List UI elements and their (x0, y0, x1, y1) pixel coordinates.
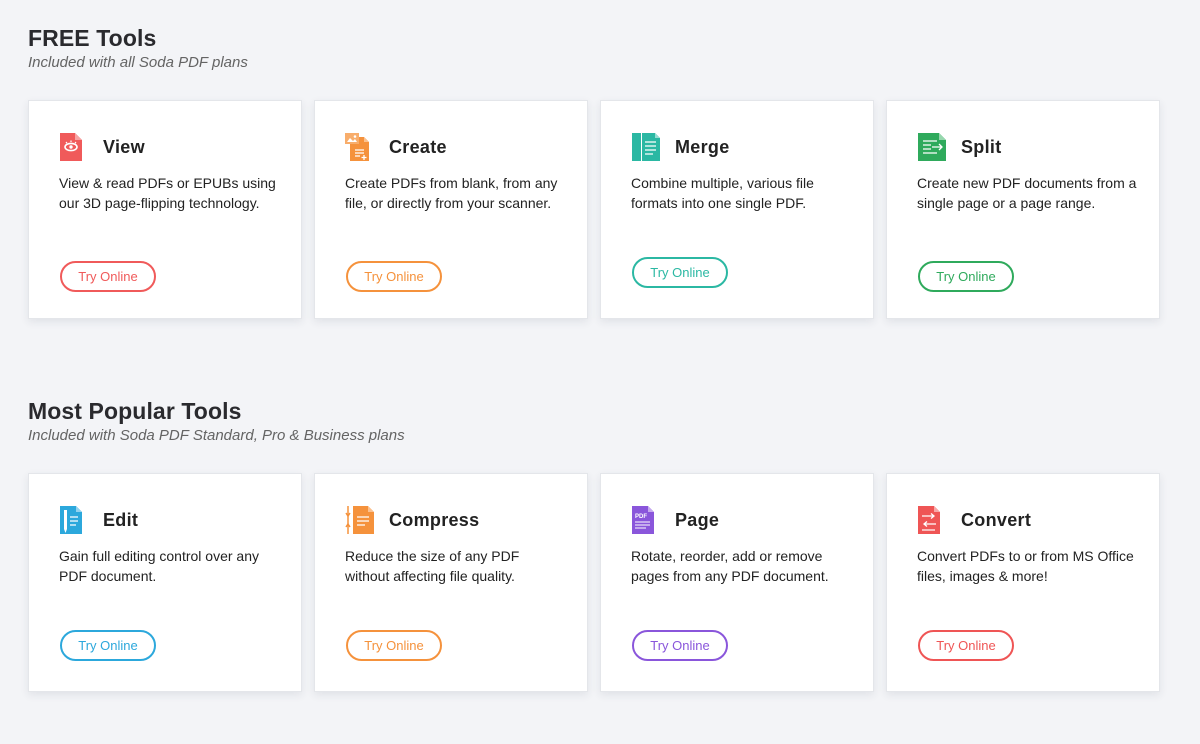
card-description: Create PDFs from blank, from any file, o… (345, 175, 558, 211)
card-title: Split (961, 136, 1002, 157)
try-online-create-button[interactable]: Try Online (346, 261, 442, 292)
card-description: Reduce the size of any PDF without affec… (345, 548, 520, 584)
card-title: Page (675, 509, 720, 530)
tool-card-split: Split Create new PDF documents from a si… (886, 100, 1160, 319)
card-description: Create new PDF documents from a single p… (917, 175, 1137, 211)
tool-card-create: Create Create PDFs from blank, from any … (314, 100, 588, 319)
convert-icon (918, 506, 940, 534)
merge-icon (632, 133, 660, 161)
card-description: Convert PDFs to or from MS Office files,… (917, 548, 1134, 584)
try-online-compress-button[interactable]: Try Online (346, 630, 442, 661)
tool-card-merge: Merge Combine multiple, various file for… (600, 100, 874, 319)
card-description: Gain full editing control over any PDF d… (59, 548, 259, 584)
view-icon (60, 133, 82, 161)
create-icon (345, 133, 369, 161)
split-icon (918, 133, 946, 161)
try-online-view-button[interactable]: Try Online (60, 261, 156, 292)
try-online-page-button[interactable]: Try Online (632, 630, 728, 661)
popular-tools-section: Most Popular Tools Included with Soda PD… (28, 397, 1168, 692)
card-description: Rotate, reorder, add or remove pages fro… (631, 548, 829, 584)
compress-icon (345, 506, 374, 534)
page-icon-label: PDF (635, 514, 647, 520)
card-title: View (103, 136, 145, 157)
try-online-edit-button[interactable]: Try Online (60, 630, 156, 661)
try-online-split-button[interactable]: Try Online (918, 261, 1014, 292)
card-title: Merge (675, 136, 730, 157)
free-tools-section: FREE Tools Included with all Soda PDF pl… (28, 24, 1168, 319)
card-description: View & read PDFs or EPUBs using our 3D p… (59, 175, 276, 211)
section-subtitle: Included with Soda PDF Standard, Pro & B… (28, 427, 405, 444)
tool-cards: Edit Gain full editing control over any … (28, 473, 1160, 692)
card-title: Create (389, 136, 447, 157)
card-title: Convert (961, 509, 1032, 530)
section-subtitle: Included with all Soda PDF plans (28, 54, 248, 71)
tool-card-view: View View & read PDFs or EPUBs using our… (28, 100, 302, 319)
section-title: FREE Tools (28, 25, 157, 51)
card-title: Compress (389, 509, 480, 530)
try-online-convert-button[interactable]: Try Online (918, 630, 1014, 661)
card-description: Combine multiple, various file formats i… (631, 175, 814, 211)
tool-card-convert: Convert Convert PDFs to or from MS Offic… (886, 473, 1160, 692)
tool-card-edit: Edit Gain full editing control over any … (28, 473, 302, 692)
tool-cards: View View & read PDFs or EPUBs using our… (28, 100, 1160, 319)
tool-card-compress: Compress Reduce the size of any PDF with… (314, 473, 588, 692)
edit-icon (60, 506, 82, 534)
try-online-merge-button[interactable]: Try Online (632, 257, 728, 288)
card-title: Edit (103, 509, 139, 530)
section-title: Most Popular Tools (28, 398, 242, 424)
tool-card-page: PDF Page Rotate, reorder, add or remove … (600, 473, 874, 692)
page-icon: PDF (632, 506, 654, 534)
